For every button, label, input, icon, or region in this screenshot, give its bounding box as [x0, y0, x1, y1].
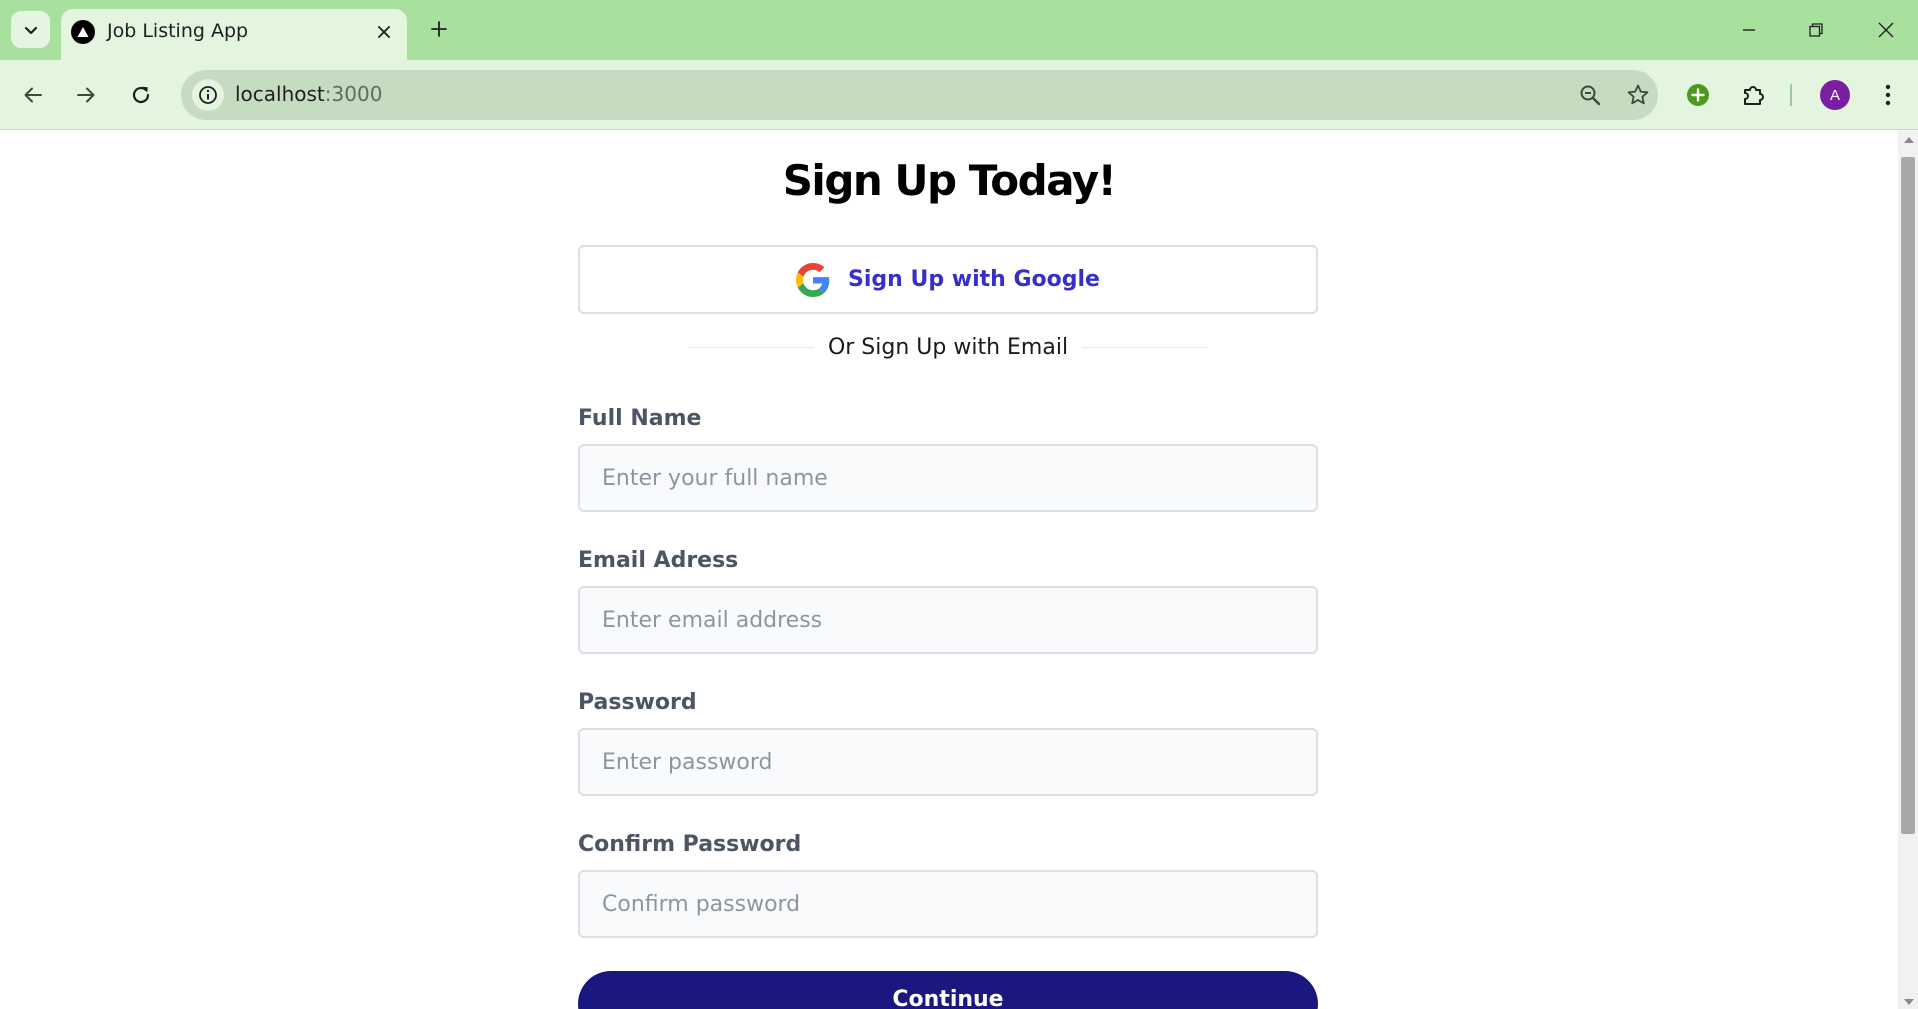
url-host: localhost: [235, 82, 325, 106]
address-bar[interactable]: localhost:3000: [181, 70, 1658, 120]
url-text: localhost:3000: [235, 82, 382, 106]
divider-text: Or Sign Up with Email: [827, 334, 1069, 360]
password-input[interactable]: [578, 728, 1318, 796]
extensions-button[interactable]: [1736, 77, 1772, 113]
page-viewport: Sign Up Today! Sign Up with Google Or Si…: [0, 131, 1898, 1009]
browser-tab-strip: Job Listing App: [0, 0, 1918, 60]
email-label: Email Adress: [578, 548, 739, 573]
browser-toolbar: localhost:3000 A: [0, 60, 1918, 130]
continue-button[interactable]: Continue: [578, 971, 1318, 1009]
toolbar-separator: [1790, 84, 1792, 106]
plus-circle-icon: [1687, 84, 1709, 106]
confirm-password-input[interactable]: [578, 870, 1318, 938]
app-favicon-icon: [71, 20, 95, 44]
scroll-down-arrow-icon[interactable]: [1904, 999, 1914, 1005]
url-port: :3000: [324, 82, 383, 106]
zoom-out-icon: [1580, 85, 1601, 106]
info-icon: [199, 86, 217, 104]
password-label: Password: [578, 690, 697, 715]
restore-window-button[interactable]: [1796, 10, 1836, 50]
close-window-button[interactable]: [1866, 10, 1906, 50]
email-input[interactable]: [578, 586, 1318, 654]
back-button[interactable]: [15, 77, 51, 113]
scroll-up-arrow-icon[interactable]: [1904, 137, 1914, 143]
chevron-down-icon: [24, 26, 37, 34]
star-icon: [1627, 84, 1649, 105]
zoom-button[interactable]: [1574, 79, 1606, 111]
tab-search-button[interactable]: [11, 11, 50, 48]
browser-tab[interactable]: Job Listing App: [61, 9, 407, 60]
scrollbar-thumb[interactable]: [1901, 157, 1915, 834]
google-signup-label: Sign Up with Google: [848, 267, 1100, 292]
close-icon: [378, 26, 390, 38]
full-name-input[interactable]: [578, 444, 1318, 512]
kebab-menu-icon: [1885, 84, 1891, 106]
browser-menu-button[interactable]: [1870, 77, 1906, 113]
google-signup-button[interactable]: Sign Up with Google: [578, 245, 1318, 314]
divider-line-left: [688, 346, 814, 348]
new-tab-button[interactable]: [424, 14, 454, 44]
page-scrollbar[interactable]: [1898, 131, 1918, 1009]
restore-icon: [1809, 23, 1823, 37]
extension-add-button[interactable]: [1680, 77, 1716, 113]
reload-button[interactable]: [123, 77, 159, 113]
puzzle-icon: [1744, 86, 1764, 105]
full-name-label: Full Name: [578, 406, 702, 431]
profile-avatar[interactable]: A: [1820, 80, 1850, 110]
minimize-icon: [1743, 29, 1755, 31]
reload-icon: [132, 86, 150, 104]
minimize-window-button[interactable]: [1729, 10, 1769, 50]
plus-icon: [431, 21, 447, 37]
confirm-password-label: Confirm Password: [578, 832, 802, 857]
arrow-left-icon: [24, 87, 42, 103]
close-icon: [1878, 22, 1894, 38]
tab-title: Job Listing App: [107, 20, 249, 42]
tab-close-button[interactable]: [370, 18, 398, 46]
google-logo-icon: [796, 262, 830, 297]
arrow-right-icon: [77, 87, 95, 103]
bookmark-button[interactable]: [1622, 79, 1654, 111]
forward-button[interactable]: [68, 77, 104, 113]
or-divider: Or Sign Up with Email: [688, 332, 1209, 362]
page-title: Sign Up Today!: [782, 156, 1117, 205]
divider-line-right: [1082, 346, 1209, 348]
site-info-button[interactable]: [192, 79, 224, 111]
